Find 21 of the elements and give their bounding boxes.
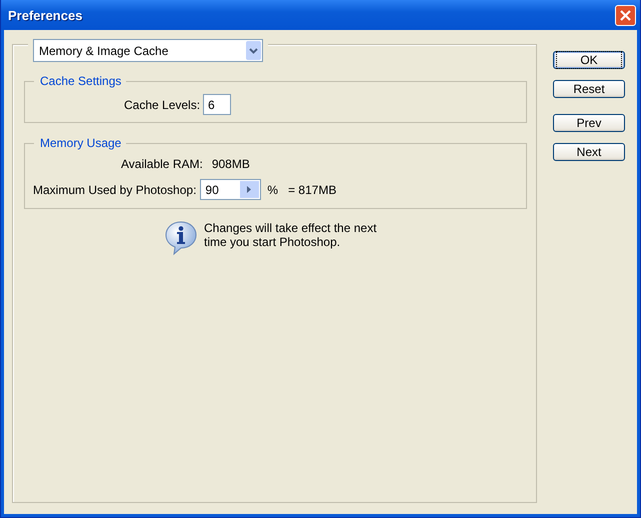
window-title: Preferences bbox=[8, 8, 82, 22]
memory-result: = 817MB bbox=[288, 182, 336, 196]
cache-levels-field[interactable]: 6 bbox=[203, 94, 232, 115]
info-message: Changes will take effect the next time you start Photoshop. bbox=[204, 221, 378, 249]
maximum-used-field[interactable]: 90 bbox=[200, 179, 262, 200]
info-icon bbox=[164, 220, 198, 256]
group-title: Memory Usage bbox=[34, 136, 126, 150]
available-ram-label: Available RAM: bbox=[121, 157, 203, 171]
dialog-button[interactable]: Reset bbox=[553, 80, 625, 98]
close-icon bbox=[619, 8, 632, 22]
group-title: Cache Settings bbox=[34, 74, 126, 88]
available-ram-value: 908MB bbox=[212, 157, 250, 171]
dialog-button[interactable]: Next bbox=[553, 143, 625, 161]
cache-levels-label: Cache Levels: bbox=[124, 98, 200, 112]
maximum-used-label: Maximum Used by Photoshop: bbox=[33, 182, 196, 196]
chevron-down-icon bbox=[246, 41, 261, 60]
percent-unit: % bbox=[267, 182, 278, 196]
close-button[interactable] bbox=[615, 4, 636, 26]
arrow-right-icon[interactable] bbox=[240, 181, 260, 198]
dialog-button[interactable]: Prev bbox=[553, 114, 625, 132]
dialog-button[interactable]: OK bbox=[553, 51, 625, 69]
